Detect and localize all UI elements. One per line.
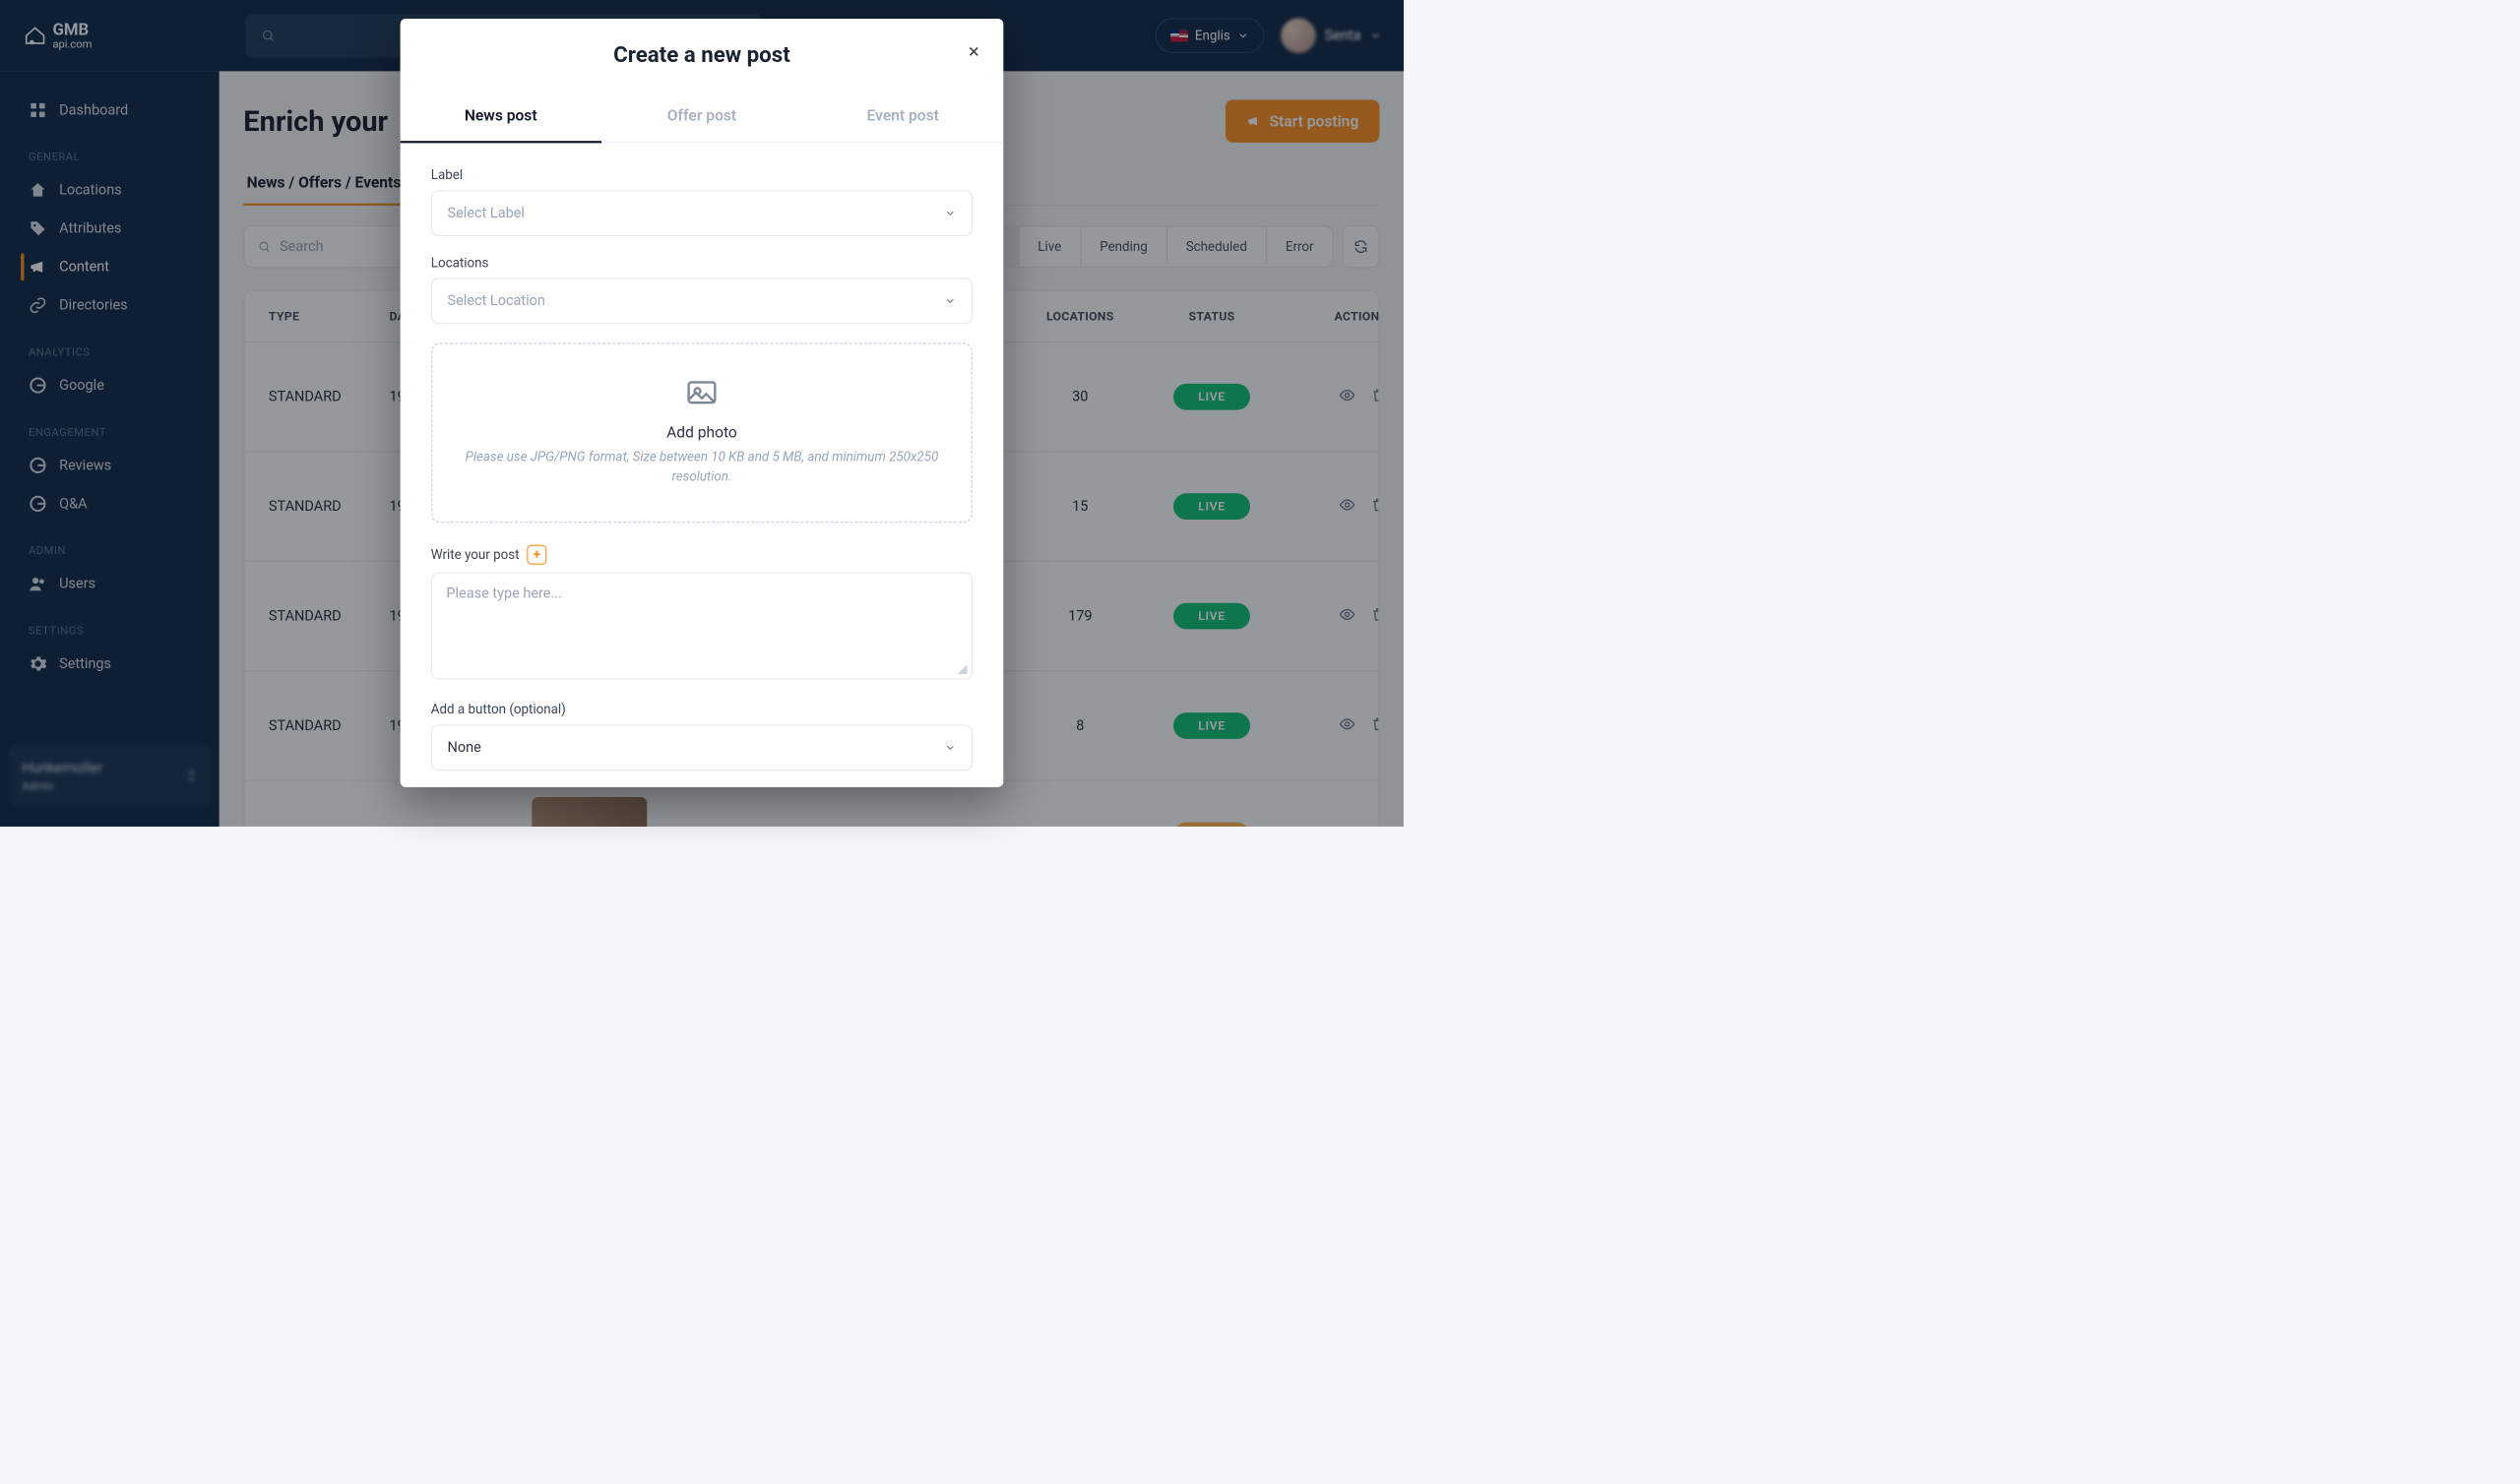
label-select[interactable]: Select Label (431, 190, 973, 236)
close-button[interactable] (963, 40, 984, 62)
tab-event-post[interactable]: Event post (802, 90, 1003, 142)
button-field-label: Add a button (optional) (431, 702, 973, 717)
tab-offer-post[interactable]: Offer post (601, 90, 802, 142)
close-icon (966, 44, 981, 60)
label-field-label: Label (431, 167, 973, 183)
button-select-value: None (448, 739, 481, 756)
locations-select-placeholder: Select Location (448, 292, 545, 309)
post-textarea[interactable]: Please type here... (431, 573, 973, 680)
photo-dropzone[interactable]: Add photo Please use JPG/PNG format, Siz… (431, 342, 973, 523)
label-select-placeholder: Select Label (448, 205, 525, 221)
locations-select[interactable]: Select Location (431, 278, 973, 324)
locations-field-label: Locations (431, 255, 973, 271)
post-textarea-placeholder: Please type here... (446, 586, 562, 602)
add-variant-button[interactable]: + (527, 545, 546, 565)
dropzone-hint: Please use JPG/PNG format, Size between … (455, 447, 949, 486)
chevron-down-icon (944, 208, 956, 219)
dropzone-title: Add photo (455, 423, 949, 441)
modal-title: Create a new post (613, 41, 790, 67)
button-select[interactable]: None (431, 724, 973, 771)
chevron-down-icon (944, 295, 956, 307)
write-post-label: Write your post (431, 547, 520, 563)
create-post-modal: Create a new post News post Offer post E… (401, 19, 1004, 787)
image-icon (684, 375, 720, 410)
chevron-down-icon (944, 742, 956, 754)
tab-news-post[interactable]: News post (401, 90, 601, 143)
